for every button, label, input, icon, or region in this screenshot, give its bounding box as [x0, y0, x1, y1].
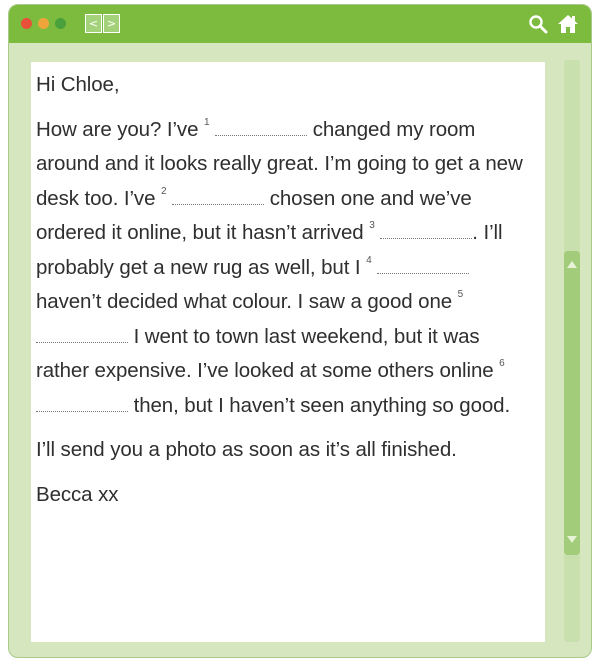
minimize-dot[interactable] — [38, 18, 49, 29]
gap-blank-6[interactable] — [36, 397, 128, 412]
gap-blank-2[interactable] — [172, 190, 265, 205]
text-segment: then, but I haven’t seen anything so goo… — [133, 393, 511, 417]
gap-blank-1[interactable] — [215, 121, 308, 136]
gap-blank-5[interactable] — [36, 328, 128, 343]
letter-signoff: Becca xx — [36, 482, 119, 506]
gap-blank-3[interactable] — [380, 224, 473, 239]
text-segment: haven’t decided what colour. I saw a goo… — [36, 290, 453, 313]
gap-number-3: 3 — [369, 220, 375, 231]
scrollbar-thumb[interactable] — [564, 251, 580, 555]
scroll-up-arrow-icon[interactable] — [567, 261, 577, 268]
letter-paragraph-1: How are you? I’ve 1 changed my room arou… — [36, 113, 526, 424]
maximize-dot[interactable] — [55, 18, 66, 29]
letter-paragraph-2: I’ll send you a photo as soon as it’s al… — [36, 438, 457, 461]
gap-number-4: 4 — [366, 254, 372, 266]
gap-number-6: 6 — [499, 358, 505, 369]
letter-body: Hi Chloe, How are you? I’ve 1 changed my… — [36, 68, 526, 512]
gap-blank-4[interactable] — [377, 259, 470, 274]
gap-number-2: 2 — [161, 185, 167, 197]
search-icon[interactable] — [527, 13, 549, 35]
letter-greeting: Hi Chloe, — [36, 73, 120, 96]
home-icon[interactable] — [557, 13, 579, 35]
gap-number-1: 1 — [204, 116, 210, 128]
title-bar: < > — [9, 5, 591, 43]
back-button[interactable]: < — [85, 14, 102, 33]
gap-number-5: 5 — [457, 289, 464, 300]
forward-button[interactable]: > — [103, 14, 120, 33]
close-dot[interactable] — [21, 18, 32, 29]
scroll-down-arrow-icon[interactable] — [567, 536, 577, 543]
text-segment: How are you? I’ve — [36, 117, 199, 141]
